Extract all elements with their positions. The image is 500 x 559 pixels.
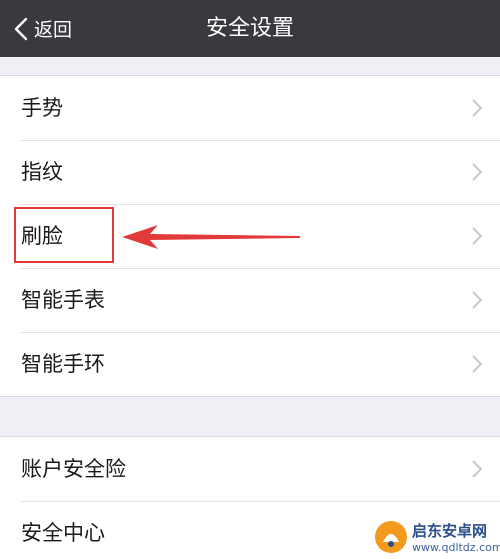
chevron-left-icon	[14, 17, 28, 40]
highlight-box-annotation	[14, 207, 114, 263]
chevron-right-icon	[472, 355, 482, 373]
settings-item-label: 安全中心	[21, 521, 105, 545]
chevron-right-icon	[472, 227, 482, 245]
back-label: 返回	[34, 19, 73, 41]
settings-item-gesture[interactable]: 手势	[0, 76, 500, 140]
settings-item-smartwatch[interactable]: 智能手表	[0, 268, 500, 332]
back-button[interactable]: 返回	[14, 0, 72, 57]
chevron-right-icon	[472, 460, 482, 478]
settings-item-label: 智能手表	[21, 288, 105, 312]
pointer-arrow-annotation	[122, 225, 300, 249]
settings-item-fingerprint[interactable]: 指纹	[0, 140, 500, 204]
settings-item-label: 指纹	[21, 160, 63, 184]
watermark: 启东安卓网 www.qdltdz.com	[372, 516, 500, 559]
chevron-right-icon	[472, 291, 482, 309]
nav-bar: 返回 安全设置	[0, 0, 500, 57]
settings-item-label: 智能手环	[21, 352, 105, 376]
settings-item-label: 手势	[21, 96, 63, 120]
watermark-url: www.qdltdz.com	[412, 541, 500, 554]
page-title: 安全设置	[205, 16, 294, 41]
watermark-logo-icon	[375, 521, 407, 553]
settings-item-label: 账户安全险	[21, 457, 126, 481]
settings-item-account-insurance[interactable]: 账户安全险	[0, 437, 500, 501]
chevron-right-icon	[472, 99, 482, 117]
watermark-name: 启东安卓网	[412, 522, 488, 540]
chevron-right-icon	[472, 163, 482, 181]
settings-item-smartband[interactable]: 智能手环	[0, 332, 500, 396]
